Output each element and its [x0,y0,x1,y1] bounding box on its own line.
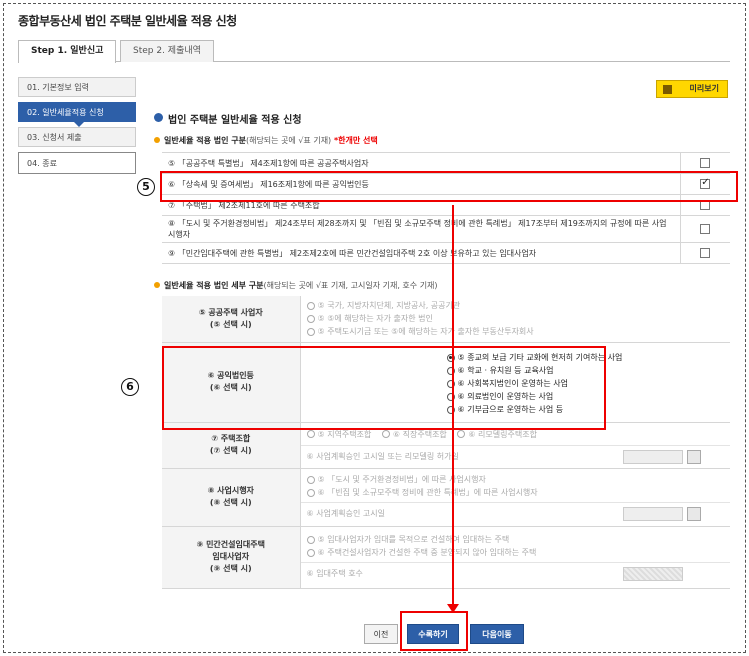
date-input[interactable] [622,449,683,464]
submit-button[interactable]: 수록하기 [407,624,459,644]
sidebar: 01. 기본정보 입력 02. 일반세율적용 신청 03. 신청서 제출 04.… [18,77,136,179]
bullet-icon [154,282,160,288]
table-row: ⑤ 공공주택 사업자 (⑤ 선택 시) ⑤ 국가, 지방자치단체, 지방공사, … [162,296,730,343]
section1-title: 일반세율 적용 법인 구분(해당되는 곳에 √표 기재) *한개만 선택 [154,135,378,146]
option-disabled[interactable]: ⑤ 임대사업자가 임대를 목적으로 건설하여 임대하는 주택 [306,533,725,546]
count-input[interactable] [622,567,683,581]
group-sublabel: 임대사업자 [212,552,250,561]
sub-label: ⑥ 사업계획승인 고시일 또는 리모델링 허가일 [306,451,459,461]
table-row: ⑧ 「도시 및 주거환경정비법」 제24조부터 제28조까지 및 「빈집 및 소… [162,215,730,243]
sub-label: ⑥ 임대주택 호수 [306,569,363,578]
section-title: 법인 주택분 일반세율 적용 신청 [154,111,302,126]
option-disabled[interactable]: ⑤ 「도시 및 주거환경정비법」에 따른 사업시행자 [306,473,725,486]
section2-title: 일반세율 적용 법인 세부 구분(해당되는 곳에 √표 기재, 고시일자 기재,… [154,280,438,291]
row-text: ⑨ 「민간임대주택에 관한 특별법」 제2조제2호에 따른 민간건설임대주택 2… [162,242,680,264]
document-icon [663,85,672,94]
step-marker-6: 6 [121,378,139,396]
group-sublabel: (⑤ 선택 시) [209,319,252,329]
button-bar: 이전 수록하기 다음이동 [0,624,749,644]
step-tabs: Step 1. 일반신고 Step 2. 제출내역 [18,40,730,63]
highlight-box-step5 [160,171,738,202]
option-disabled[interactable]: ⑤ 주택도시기금 또는 ⑤에 해당하는 자가 출자한 부동산투자회사 [306,325,725,338]
prev-button[interactable]: 이전 [364,624,398,644]
sidebar-item-submit[interactable]: 03. 신청서 제출 [18,127,136,147]
preview-label: 미리보기 [689,84,719,93]
tab-step1[interactable]: Step 1. 일반신고 [18,40,117,63]
calendar-icon[interactable] [686,449,701,464]
group-sublabel: (⑨ 선택 시) [209,564,252,573]
table-row: ⑨ 「민간임대주택에 관한 특별법」 제2조제2호에 따른 민간건설임대주택 2… [162,242,730,264]
calendar-icon[interactable] [686,507,701,521]
option-disabled[interactable]: ⑥ 주택건설사업자가 건설한 주택 중 분양되지 않아 임대하는 주택 [306,546,725,559]
corp-type-table: ⑤ 「공공주택 특별법」 제4조제1항에 따른 공공주택사업자 ⑥ 「상속세 및… [162,152,730,264]
section2-title-text: 일반세율 적용 법인 세부 구분 [164,281,264,290]
radio[interactable] [306,548,315,557]
section1-note: (해당되는 곳에 √표 기재) [245,136,332,145]
checkbox-project-operator[interactable] [700,224,711,234]
date-row: ⑥ 사업계획승인 고시일 [300,502,730,524]
page-title: 종합부동산세 법인 주택분 일반세율 적용 신청 [18,14,237,28]
group-label: ⑦ 주택조합 [211,434,251,443]
option-disabled[interactable]: ⑤ ⑤에 해당하는 자가 출자한 법인 [306,312,725,325]
section-title-text: 법인 주택분 일반세율 적용 신청 [168,115,302,126]
radio[interactable] [306,430,315,438]
option-disabled[interactable]: ⑤ 국가, 지방자치단체, 지방공사, 공공기관 [306,299,725,312]
radio[interactable] [306,475,315,484]
date-input[interactable] [622,507,683,521]
radio[interactable] [457,430,466,438]
group-sublabel: (⑦ 선택 시) [209,446,252,455]
option-disabled[interactable]: ⑥ 「빈집 및 소규모주택 정비에 관한 특례법」에 따른 사업시행자 [306,486,725,499]
tab-step2[interactable]: Step 2. 제출내역 [120,40,214,62]
table-row: ⑨ 민간건설임대주택 임대사업자 (⑨ 선택 시) ⑤ 임대사업자가 임대를 목… [162,526,730,589]
radio[interactable] [306,488,315,497]
radio[interactable] [306,535,315,544]
radio[interactable] [306,327,315,336]
sidebar-item-basic-info[interactable]: 01. 기본정보 입력 [18,77,136,97]
group-label: ⑤ 공공주택 사업자 [198,307,263,317]
section1-red-note: *한개만 선택 [333,136,378,145]
preview-button[interactable]: 미리보기 [656,80,728,98]
table-row: ⑧ 사업시행자 (⑧ 선택 시) ⑤ 「도시 및 주거환경정비법」에 따른 사업… [162,468,730,527]
radio[interactable] [381,430,390,438]
radio[interactable] [306,314,315,323]
checkbox-public-housing[interactable] [700,158,711,168]
step-marker-5: 5 [137,178,155,196]
count-row: ⑥ 임대주택 호수 [300,562,730,584]
date-row: ⑥ 사업계획승인 고시일 또는 리모델링 허가일 [300,444,730,467]
bullet-icon [154,113,163,122]
row-text: ⑧ 「도시 및 주거환경정비법」 제24조부터 제28조까지 및 「빈집 및 소… [162,215,680,243]
group-label: ⑨ 민간건설임대주택 [196,540,265,549]
group-label: ⑧ 사업시행자 [207,486,254,495]
sub-label: ⑥ 사업계획승인 고시일 [306,509,386,518]
section1-title-text: 일반세율 적용 법인 구분 [164,136,246,145]
section2-note: (해당되는 곳에 √표 기재, 고시일자 기재, 호수 기재) [263,281,438,290]
highlight-box-step6 [162,346,606,430]
arrow-line [452,205,454,607]
sidebar-item-apply[interactable]: 02. 일반세율적용 신청 [18,102,136,127]
detail-type-table: ⑤ 공공주택 사업자 (⑤ 선택 시) ⑤ 국가, 지방자치단체, 지방공사, … [162,296,730,589]
next-button[interactable]: 다음이동 [470,624,524,644]
checkbox-rental-business[interactable] [700,248,711,258]
radio[interactable] [306,301,315,310]
group-sublabel: (⑧ 선택 시) [209,498,252,507]
sidebar-item-end[interactable]: 04. 종료 [18,152,136,174]
bullet-icon [154,137,160,143]
